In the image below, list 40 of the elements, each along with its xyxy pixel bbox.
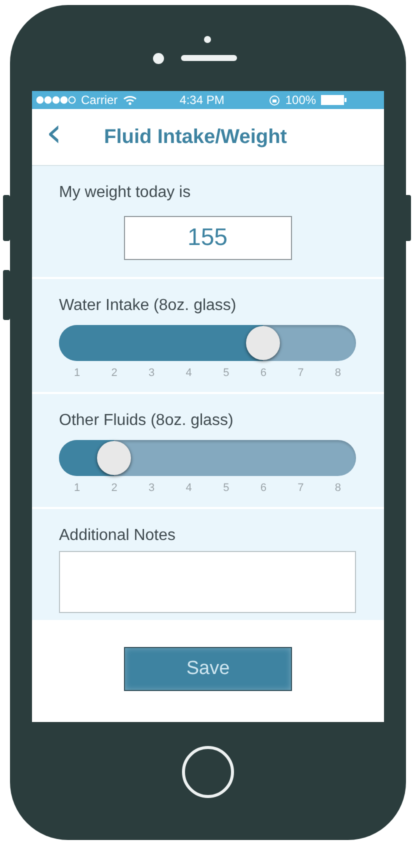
- slider-thumb[interactable]: [246, 326, 280, 360]
- slider[interactable]: [59, 325, 356, 361]
- time-text: 4:34 PM: [180, 93, 224, 107]
- tick-label: 7: [296, 367, 305, 379]
- slider-label: Water Intake (8oz. glass): [59, 297, 238, 315]
- tick-label: 2: [110, 367, 118, 379]
- signal-icon: [36, 96, 76, 104]
- tick-label: 1: [73, 367, 81, 379]
- tick-label: 5: [222, 367, 230, 379]
- weight-field[interactable]: 155: [124, 216, 292, 260]
- camera-icon: [204, 36, 211, 43]
- slider-thumb[interactable]: [97, 441, 132, 475]
- tick-label: 3: [148, 367, 156, 379]
- rotation-lock-icon: [269, 94, 280, 106]
- tick-label: 6: [259, 367, 268, 379]
- tick-label: 5: [222, 482, 230, 494]
- tick-label: 2: [110, 482, 118, 494]
- tick-label: 4: [184, 367, 193, 379]
- slider-label: Other Fluids (8oz. glass): [59, 412, 234, 430]
- home-button[interactable]: [182, 746, 234, 798]
- battery-text: 100%: [285, 93, 316, 107]
- tick-label: 8: [334, 367, 342, 379]
- camera-icon: [153, 53, 164, 64]
- tick-label: 6: [259, 482, 268, 494]
- slider[interactable]: [59, 440, 356, 476]
- screen-title: Fluid Intake/Weight: [104, 126, 287, 148]
- tick-label: 3: [148, 482, 156, 494]
- notes-field[interactable]: [59, 551, 356, 613]
- speaker-icon: [181, 55, 237, 61]
- carrier-text: Carrier: [81, 93, 118, 107]
- tick-label: 1: [73, 482, 81, 494]
- wifi-icon: [122, 95, 137, 105]
- tick-label: 8: [334, 482, 342, 494]
- weight-label: My weight today is: [59, 184, 192, 202]
- tick-label: 4: [184, 482, 193, 494]
- notes-label: Additional Notes: [59, 527, 177, 545]
- battery-icon: [321, 95, 348, 105]
- tick-label: 7: [296, 482, 305, 494]
- save-button[interactable]: Save: [124, 647, 292, 691]
- back-button[interactable]: ‹: [42, 113, 66, 161]
